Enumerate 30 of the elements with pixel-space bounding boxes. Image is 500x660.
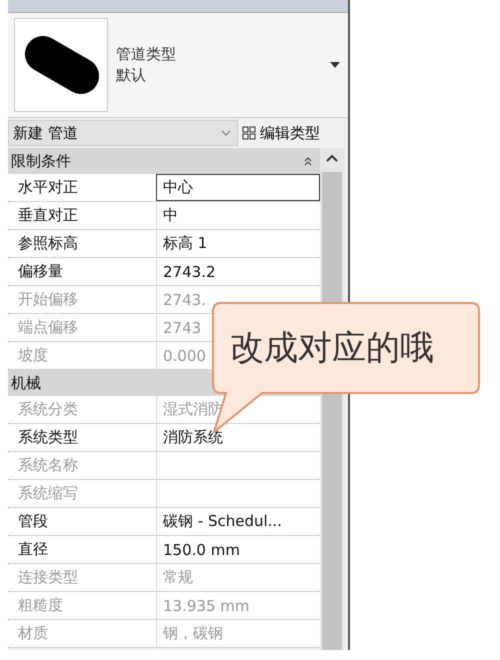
property-label: 端点偏移 — [17, 318, 79, 337]
property-label: 参照标高 — [17, 234, 79, 253]
chevron-down-icon — [221, 130, 231, 136]
section-title: 机械 — [11, 374, 41, 392]
property-label: 偏移量 — [17, 262, 64, 281]
instance-filter-dropdown[interactable]: 新建 管道 — [8, 120, 238, 146]
edit-type-button[interactable]: 编辑类型 — [238, 124, 324, 142]
property-label: 直径 — [17, 540, 49, 559]
property-label: 水平对正 — [17, 178, 79, 197]
property-label: 开始偏移 — [17, 290, 79, 309]
property-label: 系统缩写 — [17, 484, 79, 503]
collapse-icon[interactable] — [304, 156, 312, 166]
property-value-field[interactable]: 中心 — [156, 174, 320, 201]
property-label: 系统分类 — [17, 400, 79, 419]
property-label: 垂直对正 — [17, 206, 79, 225]
grid-icon — [242, 126, 256, 140]
property-label: 坡度 — [17, 346, 49, 365]
section-header[interactable]: 限制条件 — [8, 148, 320, 174]
type-name: 默认 — [116, 66, 147, 85]
section-title: 限制条件 — [11, 152, 71, 170]
property-label: 材质 — [17, 624, 49, 643]
property-label: 系统类型 — [17, 428, 79, 447]
property-label: 管段 — [17, 512, 49, 531]
property-label: 连接类型 — [17, 568, 79, 587]
family-name: 管道类型 — [116, 45, 177, 64]
type-selector[interactable]: 管道类型 默认 — [8, 13, 348, 118]
property-label: 系统名称 — [17, 456, 79, 475]
property-label: 粗糙度 — [17, 596, 64, 615]
scroll-up-icon[interactable] — [326, 154, 338, 162]
dropdown-arrow-icon — [330, 62, 340, 68]
